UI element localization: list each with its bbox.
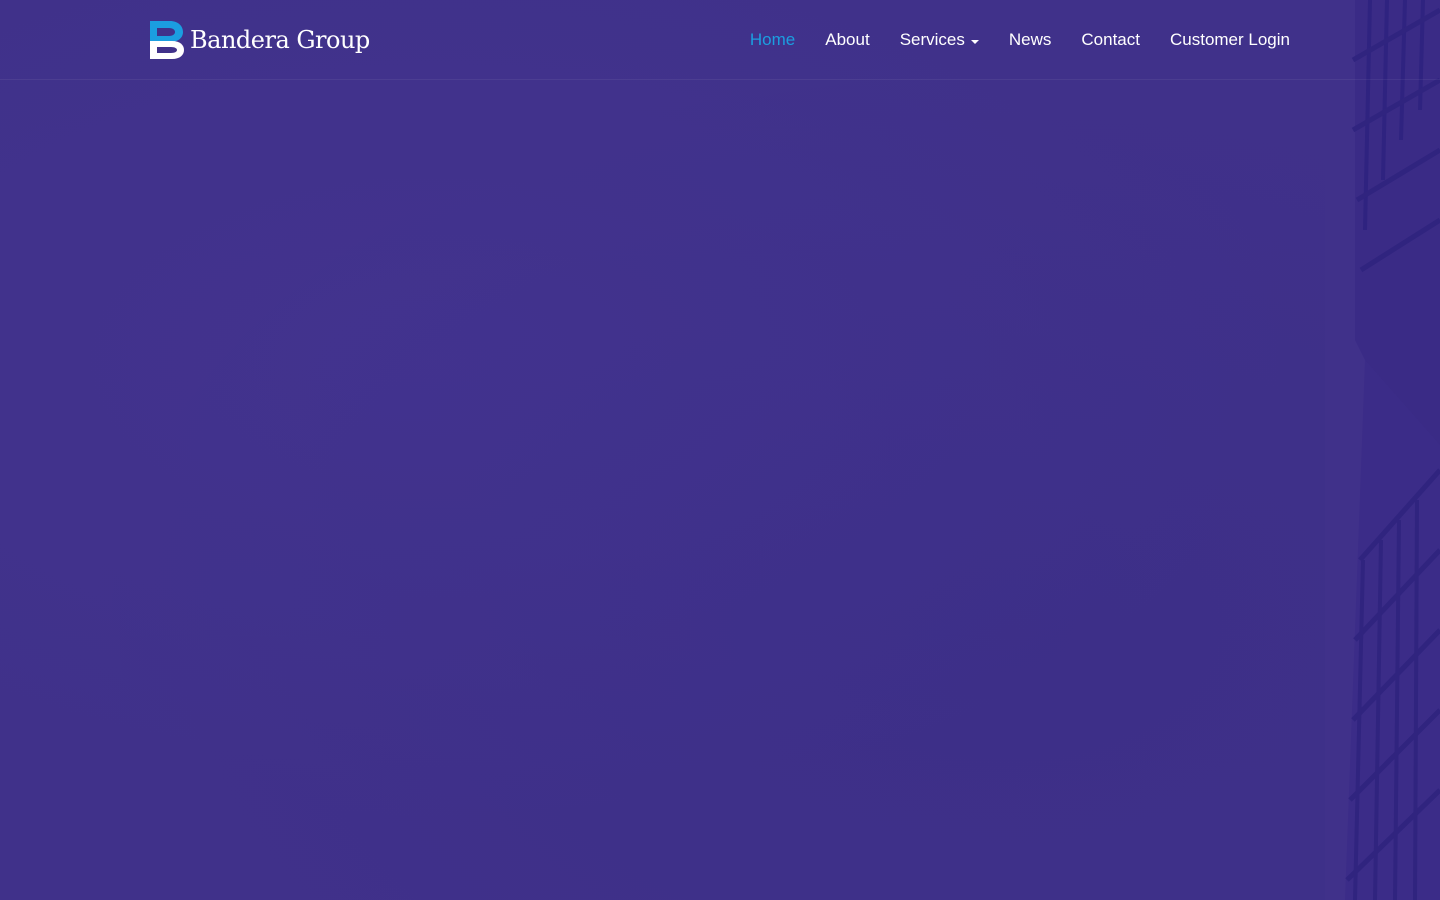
nav-link-contact[interactable]: Contact [1081,30,1140,50]
bandera-logo-icon [150,21,184,59]
hero-background [0,0,1440,900]
nav-item-customer-login: Customer Login [1170,30,1290,50]
nav-link-services[interactable]: Services [900,30,979,50]
nav-link-customer-login[interactable]: Customer Login [1170,30,1290,50]
caret-down-icon [970,39,979,44]
nav-item-contact: Contact [1081,30,1140,50]
top-navbar: Bandera Group Home About Services News C… [0,0,1440,80]
main-nav: Home About Services News Contact Custome… [720,0,1290,80]
nav-link-news[interactable]: News [1009,30,1052,50]
nav-item-home: Home [750,30,795,50]
nav-item-news: News [1009,30,1052,50]
nav-item-about: About [825,30,869,50]
nav-link-services-label: Services [899,30,965,49]
building-facade-image [1325,0,1440,900]
brand-logo-link[interactable]: Bandera Group [150,21,370,59]
brand-name: Bandera Group [190,26,370,54]
nav-link-home[interactable]: Home [750,30,795,50]
nav-link-about[interactable]: About [825,30,869,50]
nav-item-services: Services [900,30,979,50]
